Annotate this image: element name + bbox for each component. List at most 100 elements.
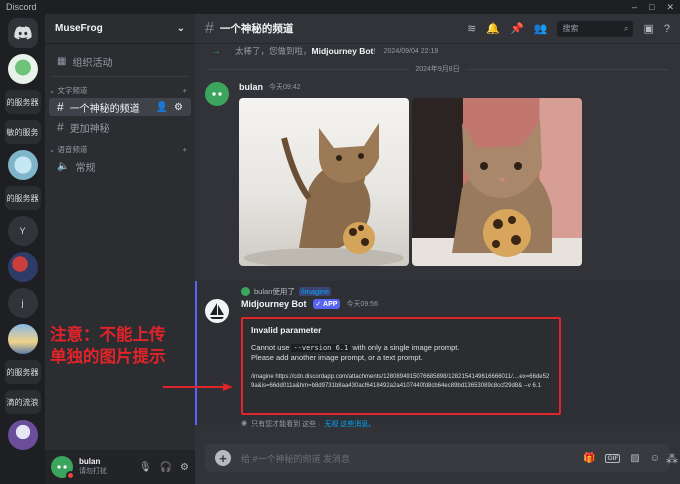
emoji-icon[interactable]: ☺ [650,453,660,464]
minimize-button[interactable]: – [632,2,637,13]
headphones-icon[interactable]: 🎧 [160,462,172,473]
help-icon[interactable]: ? [664,23,670,35]
chevron-down-icon: ⌄ [176,23,185,34]
bot-message-highlight: bulan使用了 /imagine Midjourney Bot ✓ APP 今… [195,281,680,428]
channel-header: # 一个神秘的频道 ≋ 🔔 📌 👥 搜索 ⌕ ▣ ? [195,14,680,44]
dismiss-link[interactable]: 无视 这些消息。 [324,419,375,429]
events-label: 组织活动 [72,57,113,69]
error-text: Please add another image prompt, or a te… [251,353,423,362]
gear-icon[interactable]: ⚙ [180,462,189,473]
timestamp: 今天09:56 [346,301,378,308]
hash-icon: # [57,100,64,114]
hash-icon: # [205,19,214,37]
server-icon[interactable]: 敏的服务 [4,120,41,144]
gear-icon[interactable]: ⚙ [174,102,183,113]
voice-channel-item[interactable]: 🔈 常规 [49,157,191,175]
error-prompt-url: /imagine https://cdn.discordapp.com/atta… [251,374,550,389]
channel-label: 一个神秘的频道 [69,103,140,115]
server-icon[interactable]: 的服务器 [4,90,41,114]
dnd-status-icon [66,471,75,480]
add-channel-icon[interactable]: + [183,86,187,95]
search-icon: ⌕ [623,23,629,33]
annotation-arrow-icon [163,383,233,391]
microphone-icon[interactable]: 🎙 [139,462,152,473]
discord-logo-icon [13,26,32,40]
ephemeral-text: 只有您才能看到 这些 · [251,421,321,428]
channel-label: 常规 [75,162,96,174]
upload-plus-icon[interactable]: + [215,450,231,466]
author-name[interactable]: Midjourney Bot [241,299,307,309]
server-list: 的服务器 敏的服务 的服务器 Y j 的服务器 滴的流浪 [0,14,45,484]
server-icon[interactable] [7,54,38,84]
speaker-icon: 🔈 [57,160,70,172]
apps-icon[interactable]: ⁂ [666,452,680,466]
home-button[interactable] [7,18,38,48]
category-label: 文字频道 [57,86,88,95]
error-code: --version 6.1 [291,344,351,352]
bot-message: Midjourney Bot ✓ APP 今天09:56 Invalid par… [197,297,680,429]
avatar[interactable] [205,82,229,106]
server-icon[interactable] [7,324,38,354]
server-icon[interactable]: Y [7,216,38,246]
server-icon[interactable] [7,420,38,450]
category-voice[interactable]: ⌄ 语音频道 + [45,144,195,155]
user-status: 请勿打扰 [79,468,107,475]
system-text: 太棒了，您做到啦， [235,46,312,56]
server-icon[interactable]: j [7,288,38,318]
app-title: Discord [6,2,37,12]
channel-title: 一个神秘的频道 [219,23,294,35]
annotation-line: 单独的图片提示 [50,348,166,366]
channel-item-active[interactable]: # 一个神秘的频道 👤 ⚙ [49,98,191,116]
bell-icon[interactable]: 🔔 [486,22,500,35]
avatar[interactable] [205,299,229,323]
category-text[interactable]: ⌄ 文字频道 + [45,85,195,96]
server-icon[interactable] [7,150,38,180]
message-input[interactable]: 给 #一个神秘的频道 发消息 [241,452,573,465]
gift-icon[interactable]: 🎁 [583,453,595,464]
channel-sidebar: MuseFrog ⌄ ▦ 组织活动 ⌄ 文字频道 + # 一个神秘的频道 👤 ⚙… [45,14,195,484]
annotation-line: 注意：不能上传 [50,326,166,344]
gif-icon[interactable]: GIF [605,453,621,463]
date-divider: 2024年9月8日 [207,64,668,74]
maximize-button[interactable]: □ [649,2,654,13]
ephemeral-notice: ◉ 只有您才能看到 这些 · 无视 这些消息。 [241,419,680,429]
add-channel-icon[interactable]: + [183,145,187,154]
attachment-image-kitten[interactable] [412,98,582,266]
hash-icon: # [57,120,64,134]
channel-label: 更加神秘 [69,123,110,135]
pin-icon[interactable]: 📌 [510,22,524,35]
message-composer: + 给 #一个神秘的频道 发消息 🎁 GIF ▨ ☺ [205,444,670,472]
reply-avatar [241,286,250,296]
close-button[interactable]: ✕ [666,2,674,13]
server-icon[interactable]: 的服务器 [4,360,41,384]
server-icon[interactable]: 的服务器 [4,186,41,210]
members-icon[interactable]: 👥 [534,22,548,35]
chat-area: # 一个神秘的频道 ≋ 🔔 📌 👥 搜索 ⌕ ▣ ? → 太棒了，您做到啦，Mi… [195,14,680,484]
server-icon[interactable]: 滴的流浪 [4,390,41,414]
inbox-icon[interactable]: ▣ [643,22,653,35]
app-badge: ✓ APP [312,299,341,309]
error-text: with only a single image prompt. [350,343,460,352]
timestamp: 今天09:42 [269,84,301,91]
user-panel: bulan 请勿打扰 🎙 🎧 ⚙ [45,450,195,484]
invite-icon[interactable]: 👤 [156,102,168,113]
guild-header[interactable]: MuseFrog ⌄ [45,14,195,44]
system-username[interactable]: Midjourney Bot [312,46,374,56]
channel-item[interactable]: # 更加神秘 [49,118,191,136]
user-message: bulan 今天09:42 [195,80,680,266]
eye-icon: ◉ [241,420,248,427]
threads-icon[interactable]: ≋ [467,22,476,35]
command-reply: bulan使用了 /imagine [197,285,680,297]
command-link[interactable]: /imagine [298,286,332,296]
events-item[interactable]: ▦ 组织活动 [49,52,191,70]
attachment-image-kitten[interactable] [239,98,409,266]
avatar[interactable] [51,456,75,480]
author-name[interactable]: bulan [239,82,263,92]
system-suffix: ! [373,46,376,56]
server-icon[interactable] [7,252,38,282]
search-placeholder: 搜索 [562,24,579,33]
date-label: 2024年9月8日 [415,66,460,73]
sticker-icon[interactable]: ▨ [630,453,639,464]
search-input[interactable]: 搜索 ⌕ [557,20,634,37]
category-label: 语音频道 [57,145,88,154]
